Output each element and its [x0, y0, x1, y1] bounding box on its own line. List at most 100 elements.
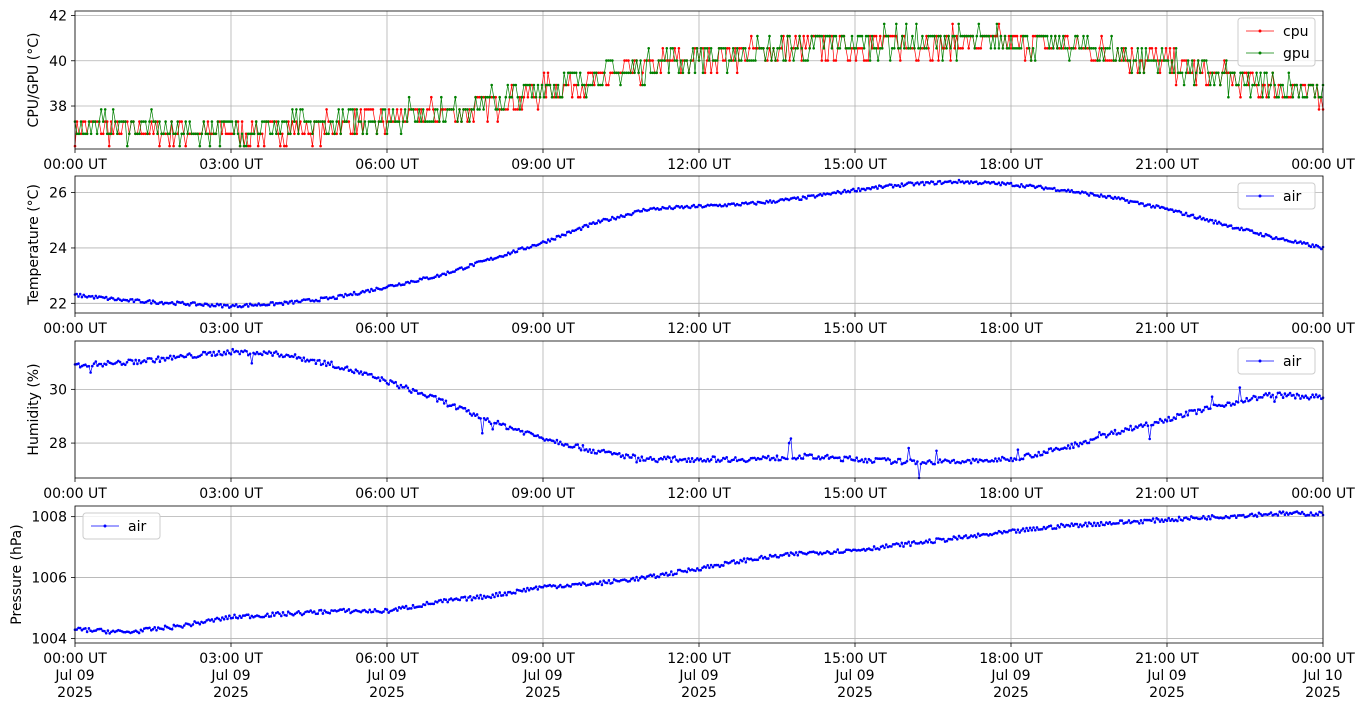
data-point: [444, 120, 447, 123]
grid-lines: [74, 506, 1324, 643]
data-point: [1156, 71, 1160, 75]
data-point: [1299, 83, 1303, 87]
x-tick-label-line: 2025: [213, 685, 249, 701]
data-point: [586, 225, 590, 228]
legend: air: [1237, 347, 1316, 375]
data-point: [247, 305, 250, 308]
data-point: [1032, 455, 1035, 459]
data-point: [1294, 397, 1297, 400]
data-point: [1082, 34, 1085, 38]
data-point: [656, 460, 659, 464]
data-point: [1255, 71, 1258, 75]
data-point: [217, 349, 221, 353]
data-point: [933, 462, 936, 466]
data-point: [1045, 34, 1049, 38]
data-point: [494, 422, 498, 425]
data-point: [907, 540, 910, 544]
data-point: [1294, 239, 1297, 243]
data-point: [767, 557, 770, 560]
data-point: [516, 95, 520, 99]
data-point: [822, 456, 826, 460]
y-tick-label: 1008: [31, 510, 67, 526]
data-point: [160, 300, 163, 304]
data-point: [748, 47, 751, 50]
data-point: [704, 566, 708, 569]
data-point: [1158, 59, 1162, 62]
data-point: [1274, 395, 1278, 399]
data-point: [1100, 47, 1103, 50]
data-point: [1276, 514, 1280, 517]
x-tick-label-line: Jul 09: [834, 668, 874, 684]
data-point: [92, 297, 96, 300]
data-point: [1103, 523, 1106, 527]
data-point: [843, 188, 846, 192]
data-point: [1245, 396, 1248, 400]
legend-label-air: air: [128, 519, 146, 535]
data-point: [326, 361, 330, 365]
data-point: [438, 120, 441, 123]
data-point: [999, 34, 1003, 38]
data-point: [325, 364, 328, 368]
data-point: [1269, 511, 1273, 514]
x-tick-label-line: Jul 09: [990, 668, 1030, 684]
data-point: [857, 187, 860, 190]
data-point: [627, 59, 630, 62]
data-point: [124, 120, 127, 123]
x-tick-label-line: 06:00 UT: [355, 157, 419, 173]
data-point: [300, 359, 304, 362]
data-point: [180, 120, 183, 123]
data-point: [498, 591, 502, 594]
data-point: [853, 459, 857, 462]
data-point: [830, 47, 834, 50]
data-point: [164, 120, 167, 123]
data-point: [1179, 413, 1183, 416]
data-point: [1317, 108, 1321, 111]
data-point: [579, 448, 583, 452]
data-point: [872, 460, 876, 464]
data-point: [1122, 59, 1125, 62]
x-tick-label-line: 21:00 UT: [1135, 486, 1199, 502]
data-point: [914, 462, 917, 466]
data-point: [466, 108, 469, 111]
data-point: [1158, 520, 1162, 523]
data-point: [706, 564, 709, 567]
data-point: [273, 120, 276, 123]
data-point: [553, 238, 557, 241]
data-point: [153, 360, 156, 364]
data-point: [148, 626, 151, 630]
data-point: [482, 108, 485, 111]
data-point: [995, 22, 999, 26]
data-point: [130, 359, 134, 362]
data-point: [945, 539, 949, 543]
data-point: [144, 360, 148, 364]
data-point: [321, 362, 325, 366]
data-point: [396, 609, 399, 612]
data-point: [356, 369, 359, 373]
data-point: [254, 120, 258, 123]
data-point: [655, 71, 658, 75]
data-point: [780, 34, 783, 38]
data-point: [884, 543, 888, 546]
data-point: [828, 34, 832, 38]
data-point: [1092, 521, 1096, 525]
data-point: [522, 433, 526, 436]
data-point: [890, 545, 893, 548]
x-tick-label-line: 00:00 UT: [1291, 157, 1355, 173]
data-point: [774, 458, 777, 462]
data-point: [709, 458, 713, 462]
data-point: [704, 460, 708, 463]
data-point: [279, 132, 282, 136]
data-point: [1105, 435, 1108, 439]
x-tick-label: 21:00 UT Jul 09 2025: [1135, 651, 1199, 701]
data-point: [550, 95, 554, 99]
data-point: [865, 461, 869, 464]
data-point: [826, 59, 830, 62]
data-point: [134, 358, 137, 362]
data-point: [635, 575, 638, 579]
data-point: [1269, 395, 1273, 399]
data-point: [167, 356, 170, 360]
data-point: [248, 616, 252, 620]
data-point: [1132, 427, 1136, 431]
data-point: [486, 417, 489, 420]
data-point: [1031, 47, 1035, 50]
